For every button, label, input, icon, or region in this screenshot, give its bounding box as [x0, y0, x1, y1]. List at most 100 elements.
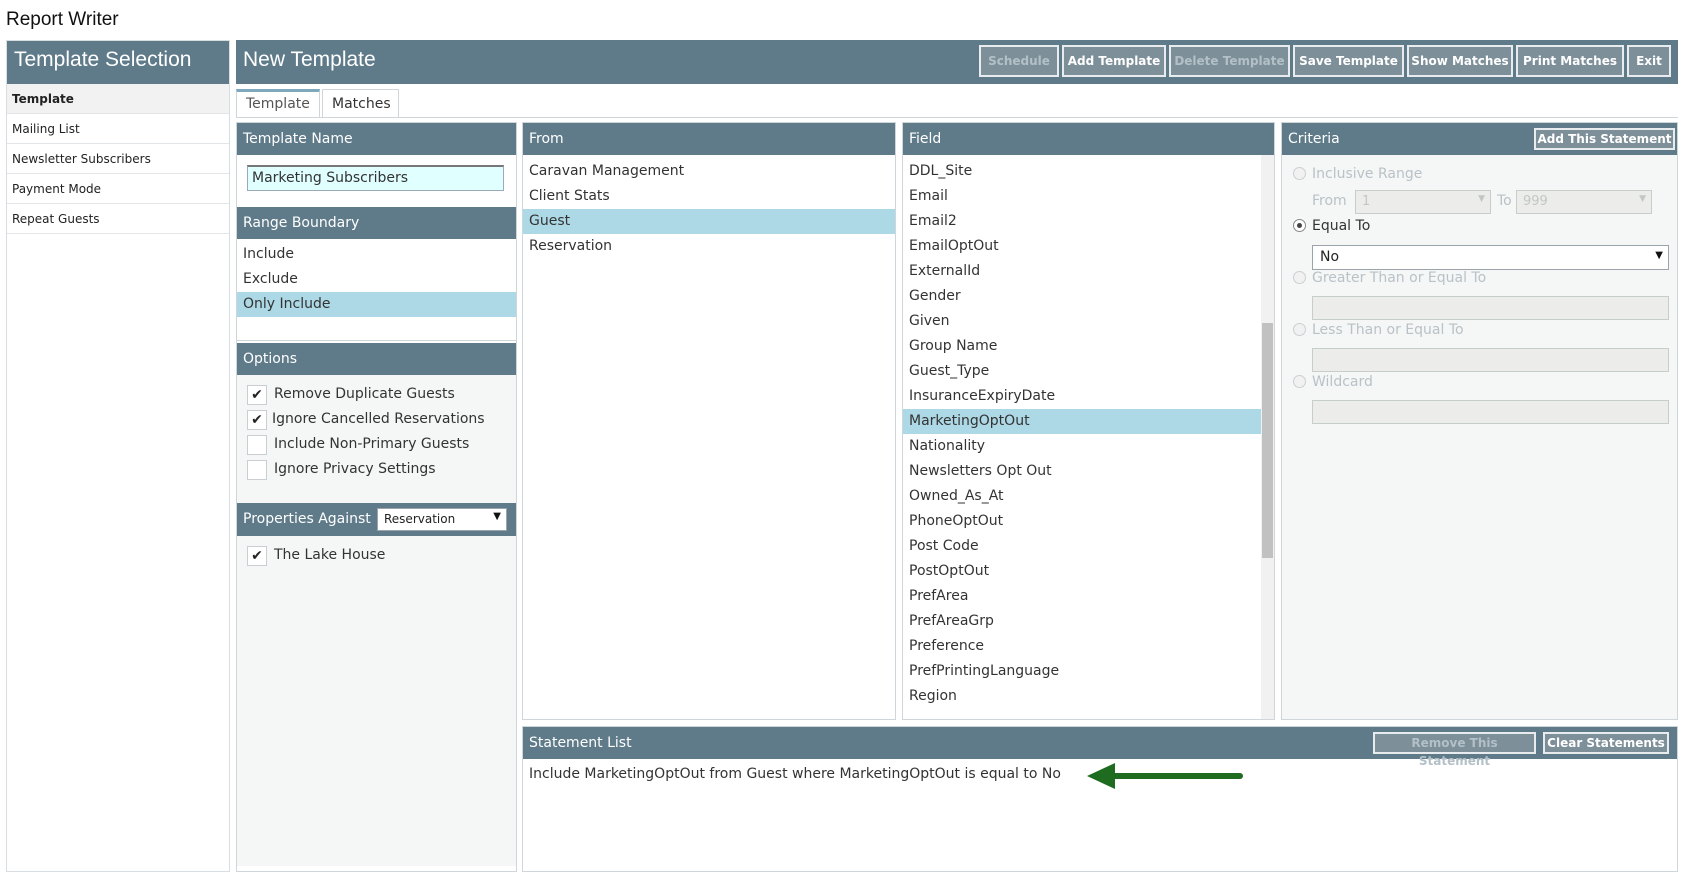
statement-item[interactable]: Include MarketingOptOut from Guest where…	[529, 766, 1061, 782]
range-only-include[interactable]: Only Include	[237, 292, 516, 317]
from-label: From	[1312, 193, 1347, 209]
field-item-selected[interactable]: MarketingOptOut	[903, 409, 1261, 434]
properties-against-select[interactable]: Reservation ▼	[377, 508, 507, 531]
field-item[interactable]: Group Name	[903, 334, 1274, 359]
show-matches-button[interactable]: Show Matches	[1407, 45, 1513, 77]
field-item[interactable]: Email	[903, 184, 1274, 209]
wildcard-label: Wildcard	[1312, 374, 1373, 390]
equal-to-select[interactable]: No ▼	[1312, 245, 1669, 270]
template-name-input[interactable]: Marketing Subscribers	[247, 165, 504, 191]
greater-than-input[interactable]	[1312, 296, 1669, 320]
options-header: Options	[237, 343, 516, 375]
to-label: To	[1497, 193, 1512, 209]
remove-this-statement-button[interactable]: Remove This Statement	[1373, 732, 1536, 768]
radio-less-than[interactable]	[1293, 323, 1306, 336]
arrow-pointer-icon	[1087, 763, 1243, 789]
from-header: From	[523, 123, 895, 155]
options-body: ✔ Remove Duplicate Guests ✔ Ignore Cance…	[237, 375, 516, 503]
range-include[interactable]: Include	[237, 242, 516, 267]
field-item[interactable]: Region	[903, 684, 1274, 709]
field-item[interactable]: Newsletters Opt Out	[903, 459, 1274, 484]
page-title: New Template	[243, 48, 376, 71]
clear-statements-button[interactable]: Clear Statements	[1543, 732, 1669, 754]
properties-against-label: Properties Against	[243, 511, 371, 527]
sidebar-item-repeat-guests[interactable]: Repeat Guests	[7, 204, 229, 234]
field-item[interactable]: PrefAreaGrp	[903, 609, 1274, 634]
checkmark-icon[interactable]: ✔	[247, 385, 267, 405]
delete-template-button[interactable]: Delete Template	[1169, 45, 1290, 77]
radio-greater-than[interactable]	[1293, 271, 1306, 284]
main-header: New Template Schedule Add Template Delet…	[236, 40, 1678, 84]
field-scrollbar-thumb[interactable]	[1262, 323, 1273, 558]
dropdown-arrow-icon: ▼	[1655, 250, 1663, 261]
save-template-button[interactable]: Save Template	[1293, 45, 1404, 77]
inclusive-range-label: Inclusive Range	[1312, 166, 1423, 182]
field-item[interactable]: ExternalId	[903, 259, 1274, 284]
statement-list-header: Statement List Remove This Statement Cle…	[523, 727, 1677, 768]
criteria-panel: Criteria Add This Statement Inclusive Ra…	[1281, 122, 1678, 720]
sidebar-item-newsletter-subscribers[interactable]: Newsletter Subscribers	[7, 144, 229, 174]
statement-list-panel: Statement List Remove This Statement Cle…	[522, 726, 1678, 872]
field-item[interactable]: DDL_Site	[903, 159, 1274, 184]
checkbox-empty-icon[interactable]	[247, 435, 267, 455]
field-item[interactable]: Preference	[903, 634, 1274, 659]
template-name-header: Template Name	[237, 123, 516, 155]
radio-inclusive-range[interactable]	[1293, 167, 1306, 180]
field-list[interactable]: DDL_Site Email Email2 EmailOptOut Extern…	[903, 155, 1274, 719]
radio-equal-to[interactable]	[1293, 219, 1306, 232]
field-item[interactable]: PostOptOut	[903, 559, 1274, 584]
add-template-button[interactable]: Add Template	[1062, 45, 1166, 77]
properties-against-header: Properties Against Reservation ▼	[237, 503, 516, 536]
field-item[interactable]: PrefPrintingLanguage	[903, 659, 1274, 684]
equal-to-label: Equal To	[1312, 218, 1371, 234]
statement-list-body: Include MarketingOptOut from Guest where…	[523, 759, 1677, 869]
field-item[interactable]: InsuranceExpiryDate	[903, 384, 1274, 409]
from-list: Caravan Management Client Stats Guest Re…	[523, 155, 895, 259]
field-item[interactable]: EmailOptOut	[903, 234, 1274, 259]
less-than-input[interactable]	[1312, 348, 1669, 372]
field-item[interactable]: Post Code	[903, 534, 1274, 559]
from-client-stats[interactable]: Client Stats	[523, 184, 895, 209]
range-to-select[interactable]: 999 ▼	[1516, 190, 1652, 214]
field-header: Field	[903, 123, 1274, 155]
field-item[interactable]: PhoneOptOut	[903, 509, 1274, 534]
range-boundary-header: Range Boundary	[237, 207, 516, 239]
field-scrollbar[interactable]	[1261, 155, 1274, 719]
criteria-body: Inclusive Range From 1 ▼ To 999 ▼ Equal …	[1282, 155, 1677, 715]
from-panel: From Caravan Management Client Stats Gue…	[522, 122, 896, 720]
tab-divider	[236, 117, 1678, 118]
sidebar-item-mailing-list[interactable]: Mailing List	[7, 114, 229, 144]
from-guest[interactable]: Guest	[523, 209, 895, 234]
from-reservation[interactable]: Reservation	[523, 234, 895, 259]
dropdown-arrow-icon: ▼	[1639, 194, 1646, 204]
checkmark-icon[interactable]: ✔	[247, 546, 267, 566]
field-item[interactable]: Owned_As_At	[903, 484, 1274, 509]
statement-list-title: Statement List	[529, 735, 632, 751]
tab-matches[interactable]: Matches	[322, 89, 399, 118]
sidebar-item-template[interactable]: Template	[7, 84, 229, 114]
sidebar-item-payment-mode[interactable]: Payment Mode	[7, 174, 229, 204]
print-matches-button[interactable]: Print Matches	[1516, 45, 1624, 77]
dropdown-arrow-icon: ▼	[493, 511, 501, 522]
field-item[interactable]: Gender	[903, 284, 1274, 309]
range-boundary-list: Include Exclude Only Include	[237, 239, 516, 341]
add-this-statement-button[interactable]: Add This Statement	[1534, 128, 1675, 150]
schedule-button[interactable]: Schedule	[979, 45, 1059, 77]
field-item[interactable]: Guest_Type	[903, 359, 1274, 384]
field-item[interactable]: Given	[903, 309, 1274, 334]
criteria-title: Criteria	[1288, 131, 1340, 147]
from-caravan-management[interactable]: Caravan Management	[523, 159, 895, 184]
tab-template[interactable]: Template	[236, 89, 320, 118]
field-item[interactable]: PrefArea	[903, 584, 1274, 609]
checkbox-empty-icon[interactable]	[247, 460, 267, 480]
range-exclude[interactable]: Exclude	[237, 267, 516, 292]
radio-wildcard[interactable]	[1293, 375, 1306, 388]
field-item[interactable]: Email2	[903, 209, 1274, 234]
exit-button[interactable]: Exit	[1627, 45, 1671, 77]
checkmark-icon[interactable]: ✔	[247, 410, 267, 430]
range-from-select[interactable]: 1 ▼	[1355, 190, 1491, 214]
field-item[interactable]: Nationality	[903, 434, 1274, 459]
wildcard-input[interactable]	[1312, 400, 1669, 424]
left-column: Template Name Marketing Subscribers Rang…	[236, 122, 517, 872]
sidebar-title: Template Selection	[7, 41, 229, 84]
